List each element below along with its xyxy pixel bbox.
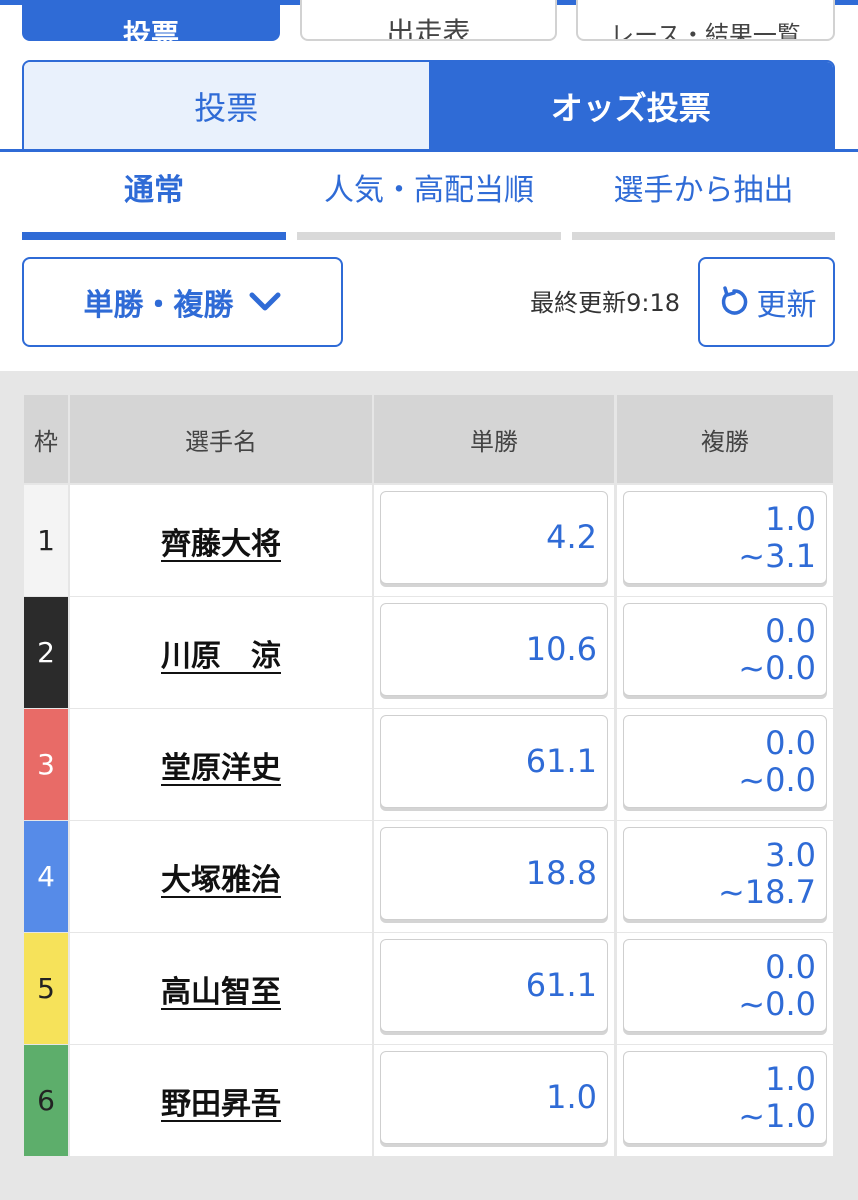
subtab-indicator bbox=[22, 232, 286, 240]
place-odds-high: ~1.0 bbox=[738, 1096, 816, 1135]
place-odds-low: 1.0 bbox=[765, 499, 816, 538]
win-odds: 10.6 bbox=[525, 630, 597, 669]
win-odds-button[interactable]: 4.2 bbox=[380, 491, 608, 584]
player-name-link[interactable]: 川原 涼 bbox=[70, 597, 372, 708]
subtab-popularity[interactable]: 人気・高配当順 bbox=[297, 168, 561, 240]
tab-entry-list[interactable]: 出走表 bbox=[300, 0, 557, 41]
place-odds-button[interactable]: 0.0 ~0.0 bbox=[623, 603, 827, 696]
subtab-popularity-label: 人気・高配当順 bbox=[324, 173, 534, 208]
win-odds-button[interactable]: 61.1 bbox=[380, 939, 608, 1032]
table-row: 1 齊藤大将 4.2 1.0 ~3.1 bbox=[24, 485, 833, 596]
frame-number: 1 bbox=[24, 485, 68, 596]
frame-number: 3 bbox=[24, 709, 68, 820]
place-odds-high: ~0.0 bbox=[738, 760, 816, 799]
place-odds-button[interactable]: 1.0 ~1.0 bbox=[623, 1051, 827, 1144]
win-cell: 18.8 bbox=[374, 821, 614, 932]
win-cell: 4.2 bbox=[374, 485, 614, 596]
subtab-normal-label: 通常 bbox=[124, 173, 184, 208]
segment-underline bbox=[0, 149, 858, 152]
last-updated-text: 最終更新9:18 bbox=[530, 289, 680, 317]
win-odds: 61.1 bbox=[525, 742, 597, 781]
frame-number: 5 bbox=[24, 933, 68, 1044]
place-cell: 3.0 ~18.7 bbox=[617, 821, 833, 932]
win-odds-button[interactable]: 10.6 bbox=[380, 603, 608, 696]
win-cell: 61.1 bbox=[374, 709, 614, 820]
header-win: 単勝 bbox=[374, 395, 614, 483]
tab-race-results-label: レース・結果一覧 bbox=[610, 21, 801, 41]
place-odds-button[interactable]: 1.0 ~3.1 bbox=[623, 491, 827, 584]
place-odds-low: 0.0 bbox=[765, 947, 816, 986]
win-cell: 1.0 bbox=[374, 1045, 614, 1156]
header-place: 複勝 bbox=[617, 395, 833, 483]
place-odds-button[interactable]: 3.0 ~18.7 bbox=[623, 827, 827, 920]
player-name-link[interactable]: 堂原洋史 bbox=[70, 709, 372, 820]
win-odds-button[interactable]: 18.8 bbox=[380, 827, 608, 920]
table-row: 3 堂原洋史 61.1 0.0 ~0.0 bbox=[24, 709, 833, 820]
chevron-down-icon bbox=[249, 292, 280, 311]
player-name-link[interactable]: 野田昇吾 bbox=[70, 1045, 372, 1156]
refresh-icon bbox=[721, 286, 747, 315]
win-cell: 61.1 bbox=[374, 933, 614, 1044]
frame-number: 2 bbox=[24, 597, 68, 708]
win-odds: 1.0 bbox=[546, 1078, 597, 1117]
refresh-button[interactable]: 更新 bbox=[698, 257, 835, 347]
segment-vote[interactable]: 投票 bbox=[24, 62, 429, 150]
bet-type-value: 単勝・複勝 bbox=[83, 288, 234, 323]
tab-race-results[interactable]: レース・結果一覧 bbox=[576, 0, 835, 41]
place-odds-high: ~3.1 bbox=[738, 536, 816, 575]
place-cell: 0.0 ~0.0 bbox=[617, 709, 833, 820]
player-name-link[interactable]: 大塚雅治 bbox=[70, 821, 372, 932]
place-odds-button[interactable]: 0.0 ~0.0 bbox=[623, 715, 827, 808]
place-odds-low: 1.0 bbox=[765, 1059, 816, 1098]
place-odds-low: 0.0 bbox=[765, 723, 816, 762]
header-frame: 枠 bbox=[24, 395, 68, 483]
place-odds-high: ~18.7 bbox=[717, 872, 816, 911]
tab-vote[interactable]: 投票 bbox=[22, 0, 280, 41]
place-odds-button[interactable]: 0.0 ~0.0 bbox=[623, 939, 827, 1032]
subtab-player-filter-label: 選手から抽出 bbox=[613, 173, 794, 208]
place-cell: 1.0 ~1.0 bbox=[617, 1045, 833, 1156]
place-odds-low: 0.0 bbox=[765, 611, 816, 650]
place-cell: 0.0 ~0.0 bbox=[617, 597, 833, 708]
vote-mode-switch: 投票 オッズ投票 bbox=[22, 60, 835, 152]
bet-type-select[interactable]: 単勝・複勝 bbox=[22, 257, 343, 347]
place-odds-high: ~0.0 bbox=[738, 648, 816, 687]
tab-entry-list-label: 出走表 bbox=[386, 16, 471, 41]
win-odds: 18.8 bbox=[525, 854, 597, 893]
table-row: 5 高山智至 61.1 0.0 ~0.0 bbox=[24, 933, 833, 1044]
win-cell: 10.6 bbox=[374, 597, 614, 708]
subtab-indicator bbox=[297, 232, 561, 240]
subtab-player-filter[interactable]: 選手から抽出 bbox=[572, 168, 835, 240]
place-cell: 1.0 ~3.1 bbox=[617, 485, 833, 596]
player-name-link[interactable]: 齊藤大将 bbox=[70, 485, 372, 596]
table-row: 6 野田昇吾 1.0 1.0 ~1.0 bbox=[24, 1045, 833, 1156]
frame-number: 6 bbox=[24, 1045, 68, 1156]
win-odds: 61.1 bbox=[525, 966, 597, 1005]
subtab-normal[interactable]: 通常 bbox=[22, 168, 286, 240]
win-odds-button[interactable]: 61.1 bbox=[380, 715, 608, 808]
win-odds: 4.2 bbox=[546, 518, 597, 557]
place-odds-low: 3.0 bbox=[765, 835, 816, 874]
win-odds-button[interactable]: 1.0 bbox=[380, 1051, 608, 1144]
table-row: 4 大塚雅治 18.8 3.0 ~18.7 bbox=[24, 821, 833, 932]
table-row: 2 川原 涼 10.6 0.0 ~0.0 bbox=[24, 597, 833, 708]
refresh-label: 更新 bbox=[756, 288, 817, 323]
tab-vote-label: 投票 bbox=[122, 18, 179, 42]
frame-number: 4 bbox=[24, 821, 68, 932]
header-player-name: 選手名 bbox=[70, 395, 372, 483]
segment-odds-vote[interactable]: オッズ投票 bbox=[428, 62, 833, 150]
subtab-indicator bbox=[572, 232, 835, 240]
player-name-link[interactable]: 高山智至 bbox=[70, 933, 372, 1044]
place-cell: 0.0 ~0.0 bbox=[617, 933, 833, 1044]
place-odds-high: ~0.0 bbox=[738, 984, 816, 1023]
